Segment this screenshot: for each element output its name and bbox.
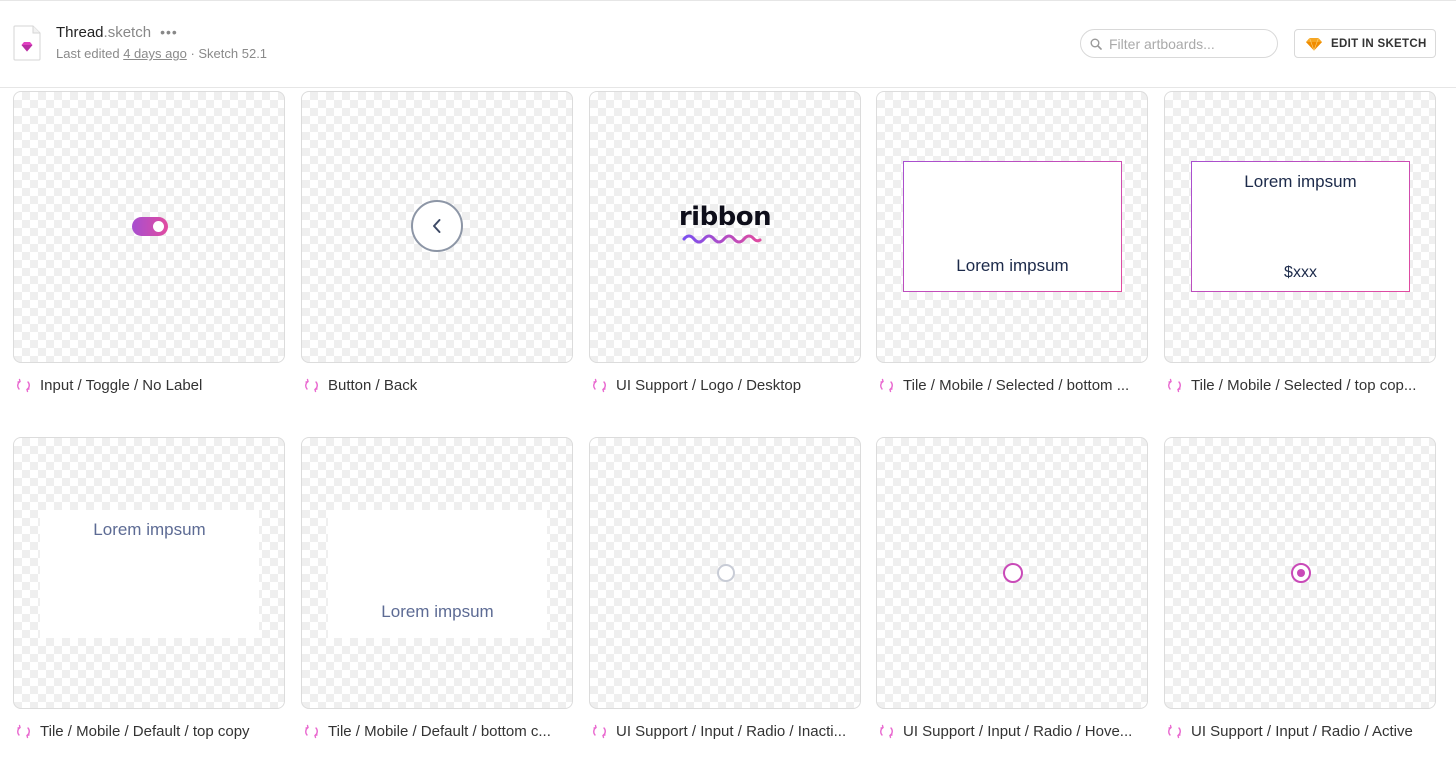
sketch-version: · Sketch 52.1 <box>186 46 268 61</box>
ribbon-logo-text: ribbon <box>678 202 772 232</box>
symbol-icon <box>593 378 606 393</box>
file-extension: .sketch <box>103 24 152 41</box>
sketch-file-icon <box>13 25 41 61</box>
artboard-caption[interactable]: Button / Back <box>301 377 573 394</box>
artboard-name: Tile / Mobile / Default / bottom c... <box>328 723 551 740</box>
artboard-caption[interactable]: Tile / Mobile / Selected / bottom ... <box>876 377 1148 394</box>
tile-text: Lorem impsum <box>381 602 494 621</box>
symbol-icon <box>305 378 318 393</box>
artboard-card[interactable]: ribbon UI Support / Logo / Desktop <box>589 91 861 394</box>
artboard-card[interactable]: UI Support / Input / Radio / Inacti... <box>589 437 861 740</box>
edit-in-sketch-button[interactable]: EDIT IN SKETCH <box>1294 29 1436 58</box>
artboard-card[interactable]: Button / Back <box>301 91 573 394</box>
artboard-card[interactable]: Lorem impsum Tile / Mobile / Default / t… <box>13 437 285 740</box>
artboard-caption[interactable]: UI Support / Input / Radio / Hove... <box>876 723 1148 740</box>
artboard-card[interactable]: Lorem impsum Tile / Mobile / Selected / … <box>876 91 1148 394</box>
tile-preview-selected: Lorem impsum $xxx <box>1191 161 1410 292</box>
symbol-icon <box>880 378 893 393</box>
document-title: Thread.sketch ••• <box>56 24 178 41</box>
filter-artboards-search[interactable] <box>1080 29 1278 58</box>
document-header: Thread.sketch ••• Last edited 4 days ago … <box>0 0 1456 88</box>
symbol-icon <box>17 724 30 739</box>
sketch-diamond-icon <box>1306 37 1322 51</box>
symbol-icon <box>1168 724 1181 739</box>
toggle-switch-preview <box>132 217 168 236</box>
artboard-thumbnail[interactable]: ribbon <box>589 91 861 363</box>
radio-dot <box>1296 568 1305 577</box>
artboard-thumbnail[interactable] <box>876 437 1148 709</box>
symbol-icon <box>880 724 893 739</box>
artboard-name: UI Support / Logo / Desktop <box>616 377 802 394</box>
artboard-thumbnail[interactable] <box>589 437 861 709</box>
tile-text: Lorem impsum <box>1244 172 1357 191</box>
artboard-card[interactable]: UI Support / Input / Radio / Active <box>1164 437 1436 740</box>
artboard-name: UI Support / Input / Radio / Hove... <box>903 723 1133 740</box>
artboard-caption[interactable]: UI Support / Input / Radio / Active <box>1164 723 1436 740</box>
radio-inactive-preview <box>717 564 735 582</box>
artboard-caption[interactable]: UI Support / Logo / Desktop <box>589 377 861 394</box>
artboard-name: Input / Toggle / No Label <box>40 377 203 394</box>
artboard-thumbnail[interactable]: Lorem impsum <box>13 437 285 709</box>
artboard-caption[interactable]: Tile / Mobile / Selected / top cop... <box>1164 377 1436 394</box>
symbol-icon <box>1168 378 1181 393</box>
document-meta: Last edited 4 days ago · Sketch 52.1 <box>56 46 267 61</box>
search-icon <box>1090 38 1102 50</box>
artboard-card[interactable]: Input / Toggle / No Label <box>13 91 285 394</box>
tile-preview-selected: Lorem impsum <box>903 161 1122 292</box>
tile-price: $xxx <box>1284 264 1317 281</box>
artboard-name: Tile / Mobile / Default / top copy <box>40 723 250 740</box>
artboard-thumbnail[interactable] <box>301 91 573 363</box>
artboard-thumbnail[interactable]: Lorem impsum <box>301 437 573 709</box>
chevron-left-icon <box>433 219 441 233</box>
tile-preview-default: Lorem impsum <box>328 510 547 638</box>
last-edited-label: Last edited <box>56 46 124 61</box>
tile-text: Lorem impsum <box>93 520 206 539</box>
artboard-caption[interactable]: Input / Toggle / No Label <box>13 377 285 394</box>
artboard-card[interactable]: UI Support / Input / Radio / Hove... <box>876 437 1148 740</box>
artboard-card[interactable]: Lorem impsum Tile / Mobile / Default / b… <box>301 437 573 740</box>
artboard-name: Tile / Mobile / Selected / top cop... <box>1191 377 1417 394</box>
search-input[interactable] <box>1107 34 1271 53</box>
tile-preview-default: Lorem impsum <box>40 510 259 638</box>
radio-active-preview <box>1291 563 1311 583</box>
artboard-thumbnail[interactable] <box>13 91 285 363</box>
artboard-thumbnail[interactable] <box>1164 437 1436 709</box>
artboard-caption[interactable]: UI Support / Input / Radio / Inacti... <box>589 723 861 740</box>
radio-hover-preview <box>1003 563 1023 583</box>
edit-in-sketch-label: EDIT IN SKETCH <box>1331 37 1427 50</box>
artboard-caption[interactable]: Tile / Mobile / Default / bottom c... <box>301 723 573 740</box>
artboard-card[interactable]: Lorem impsum $xxx Tile / Mobile / Select… <box>1164 91 1436 394</box>
artboard-name: Button / Back <box>328 377 418 394</box>
symbol-icon <box>593 724 606 739</box>
symbol-icon <box>305 724 318 739</box>
logo-wave-icon <box>682 234 762 244</box>
tile-text: Lorem impsum <box>956 256 1069 275</box>
last-edited-link[interactable]: 4 days ago <box>123 46 187 61</box>
symbol-icon <box>17 378 30 393</box>
artboard-name: UI Support / Input / Radio / Active <box>1191 723 1413 740</box>
artboard-thumbnail[interactable]: Lorem impsum <box>876 91 1148 363</box>
artboard-name: Tile / Mobile / Selected / bottom ... <box>903 377 1130 394</box>
file-name: Thread <box>56 24 104 41</box>
more-options-icon[interactable]: ••• <box>160 24 178 40</box>
back-button-preview <box>411 200 463 252</box>
artboard-name: UI Support / Input / Radio / Inacti... <box>616 723 847 740</box>
artboard-caption[interactable]: Tile / Mobile / Default / top copy <box>13 723 285 740</box>
artboard-thumbnail[interactable]: Lorem impsum $xxx <box>1164 91 1436 363</box>
